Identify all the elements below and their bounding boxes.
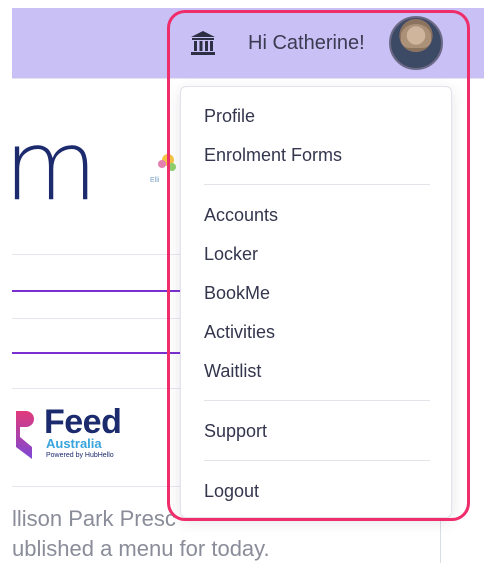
avatar-hair-shape xyxy=(401,24,431,48)
menu-item-activities[interactable]: Activities xyxy=(204,321,275,343)
feed-australia-logo: Feed Australia Powered by HubHello xyxy=(12,405,152,465)
user-avatar-icon[interactable] xyxy=(389,16,443,70)
user-menu-toggle[interactable]: Hi Catherine! xyxy=(168,10,470,76)
menu-item-waitlist[interactable]: Waitlist xyxy=(204,360,261,382)
divider-line xyxy=(12,388,182,389)
menu-item-bookme[interactable]: BookMe xyxy=(204,282,270,304)
divider-line xyxy=(12,254,182,255)
notice-text-1: llison Park Presc xyxy=(12,506,176,531)
divider-line xyxy=(12,318,182,319)
feed-logo-word: Feed xyxy=(44,403,122,441)
bank-icon[interactable] xyxy=(190,30,216,56)
menu-item-profile[interactable]: Profile xyxy=(204,105,255,127)
top-bar-divider xyxy=(12,78,484,79)
feed-logo-icon xyxy=(16,411,34,459)
center-logo-icon: Elli xyxy=(150,154,176,184)
menu-item-enrolment-forms[interactable]: Enrolment Forms xyxy=(204,144,342,166)
menu-item-locker[interactable]: Locker xyxy=(204,243,258,265)
center-logo-fragment: Elli xyxy=(150,150,180,186)
menu-item-logout[interactable]: Logout xyxy=(204,480,259,502)
notice-text-2: ublished a menu for today. xyxy=(12,536,270,561)
menu-divider xyxy=(204,400,430,401)
center-logo-text: Elli xyxy=(150,177,160,184)
menu-divider xyxy=(204,184,430,185)
user-dropdown-menu: Profile Enrolment Forms Accounts Locker … xyxy=(180,86,452,518)
menu-item-support[interactable]: Support xyxy=(204,420,267,442)
menu-item-accounts[interactable]: Accounts xyxy=(204,204,278,226)
feed-logo-sub: Australia xyxy=(46,436,102,451)
divider-line xyxy=(12,486,182,487)
page-title-fragment: m xyxy=(4,110,98,222)
user-greeting[interactable]: Hi Catherine! xyxy=(248,32,365,55)
feed-logo-powered: Powered by HubHello xyxy=(46,452,114,459)
menu-divider xyxy=(204,460,430,461)
